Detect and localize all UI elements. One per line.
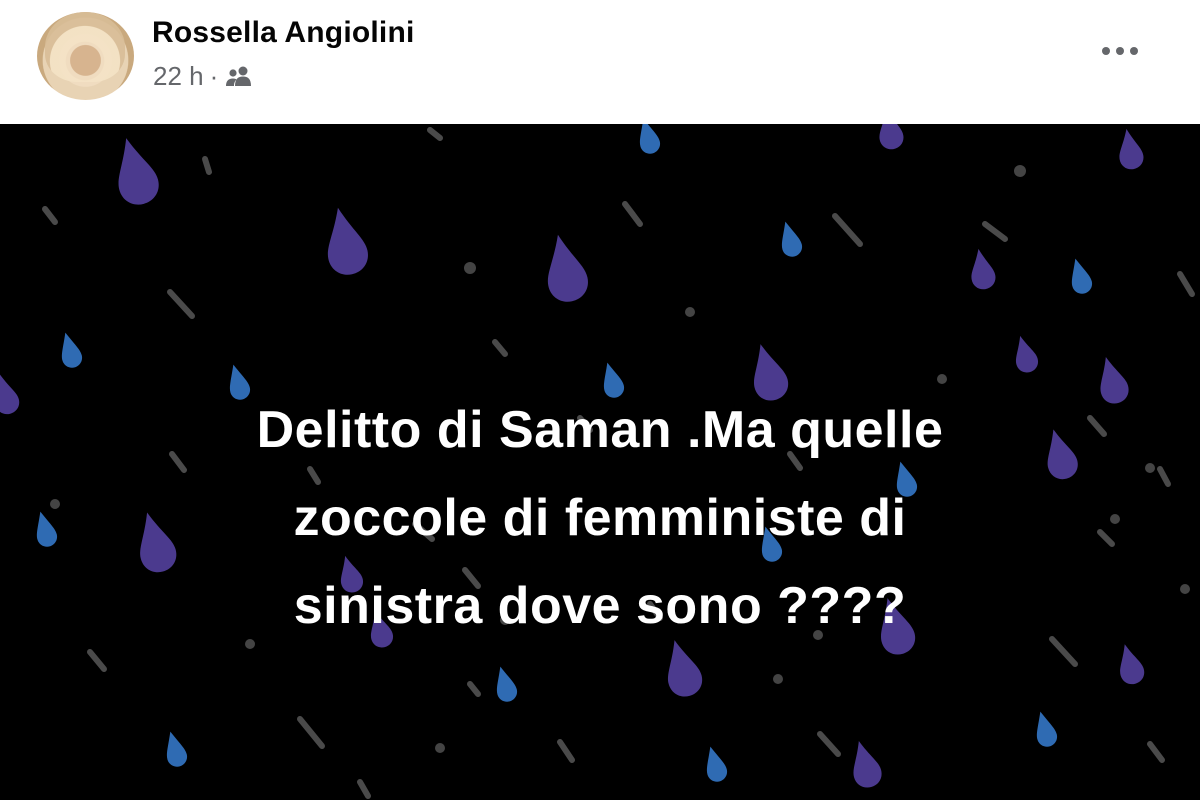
- post-time[interactable]: 22 h: [153, 61, 204, 92]
- post-text: Delitto di Saman .Ma quelle zoccole di f…: [0, 386, 1200, 650]
- post-text-line: sinistra dove sono ????: [293, 577, 907, 635]
- more-options-icon: [1102, 47, 1138, 55]
- more-options-button[interactable]: [1098, 36, 1142, 66]
- author-name[interactable]: Rossella Angiolini: [152, 16, 415, 50]
- author-avatar[interactable]: [37, 12, 134, 100]
- post-header: Rossella Angiolini 22 h ·: [0, 0, 1200, 124]
- post-meta: 22 h ·: [153, 60, 254, 92]
- post-text-line: zoccole di femministe di: [293, 489, 907, 547]
- meta-separator: ·: [209, 60, 219, 91]
- post-text-line: Delitto di Saman .Ma quelle: [256, 401, 944, 459]
- friends-icon[interactable]: [224, 64, 254, 88]
- post-background: Delitto di Saman .Ma quelle zoccole di f…: [0, 124, 1200, 800]
- avatar-photo: [45, 12, 125, 82]
